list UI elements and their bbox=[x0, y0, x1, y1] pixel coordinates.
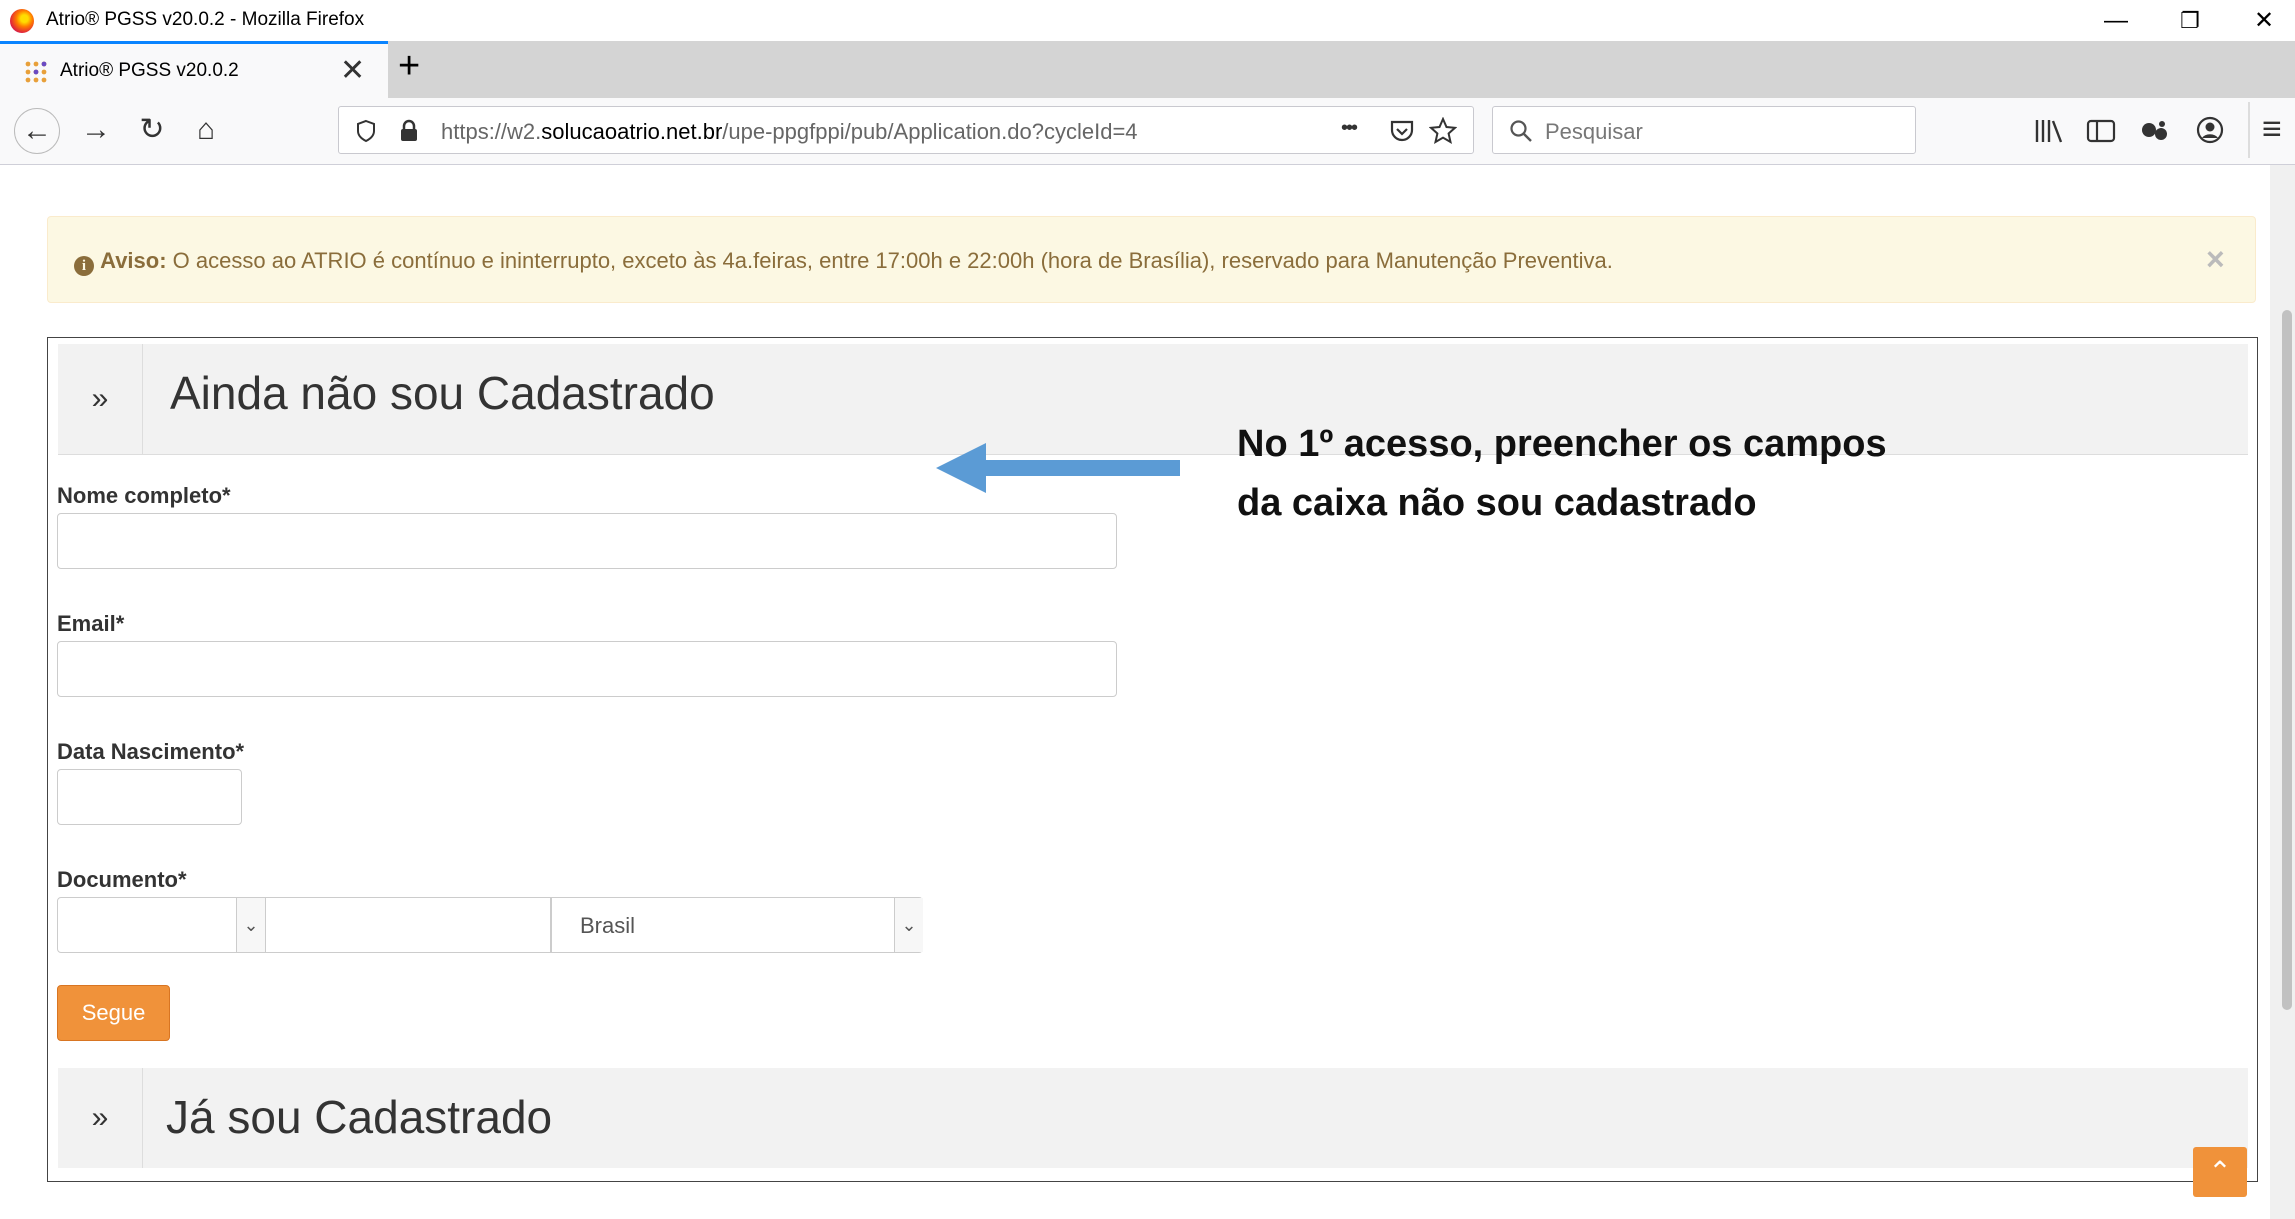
search-input[interactable]: Pesquisar bbox=[1545, 119, 1643, 145]
email-field[interactable] bbox=[57, 641, 1117, 697]
annotation-arrow bbox=[936, 443, 1180, 493]
search-bar[interactable]: Pesquisar bbox=[1492, 106, 1916, 154]
info-circle-icon: i bbox=[74, 256, 94, 276]
scrollbar-thumb[interactable] bbox=[2282, 310, 2292, 1010]
submit-button[interactable]: Segue bbox=[57, 985, 170, 1041]
annotation-line-2: da caixa não sou cadastrado bbox=[1237, 482, 1757, 524]
shield-icon[interactable] bbox=[355, 119, 377, 143]
lock-icon[interactable] bbox=[399, 119, 419, 143]
window-titlebar: Atrio® PGSS v20.0.2 - Mozilla Firefox — … bbox=[0, 0, 2295, 41]
home-button[interactable]: ⌂ bbox=[184, 108, 228, 152]
toolbar-divider bbox=[2248, 102, 2250, 158]
forward-button[interactable]: → bbox=[74, 108, 118, 152]
menu-icon[interactable]: ≡ bbox=[2262, 110, 2282, 149]
browser-tab[interactable]: Atrio® PGSS v20.0.2 ✕ bbox=[0, 41, 388, 98]
chevron-down-icon: ⌄ bbox=[894, 898, 923, 952]
full-name-field[interactable] bbox=[57, 513, 1117, 569]
navigation-toolbar: ← → ↻ ⌂ https://w2.solucaoatrio.net.br/u… bbox=[0, 98, 2295, 165]
birth-date-label: Data Nascimento* bbox=[57, 739, 245, 764]
document-type-select[interactable]: ⌄ bbox=[57, 897, 265, 953]
url-bar[interactable]: https://w2.solucaoatrio.net.br/upe-ppgfp… bbox=[338, 106, 1474, 154]
url-prefix: https://w2. bbox=[441, 119, 542, 144]
birth-date-field[interactable] bbox=[57, 769, 242, 825]
url-domain: solucaoatrio.net.br bbox=[541, 119, 723, 144]
grid-favicon-icon bbox=[25, 61, 47, 83]
url-path: /upe-ppgfppi/pub/Application.do?cycleId=… bbox=[722, 119, 1138, 144]
chevron-right-icon: » bbox=[58, 1068, 143, 1168]
firefox-logo-icon bbox=[10, 9, 34, 33]
document-number-field[interactable] bbox=[265, 897, 551, 953]
country-value: Brasil bbox=[580, 913, 636, 938]
country-select[interactable]: Brasil ⌄ bbox=[551, 897, 923, 953]
url-text[interactable]: https://w2.solucaoatrio.net.br/upe-ppgfp… bbox=[441, 119, 1138, 145]
login-heading: Já sou Cadastrado bbox=[166, 1091, 553, 1143]
page-content: i Aviso: O acesso ao ATRIO é contínuo e … bbox=[0, 165, 2270, 1219]
alert-message: i Aviso: O acesso ao ATRIO é contínuo e … bbox=[74, 248, 1613, 276]
new-tab-button[interactable]: + bbox=[398, 45, 420, 88]
close-tab-icon[interactable]: ✕ bbox=[340, 53, 365, 88]
tab-title: Atrio® PGSS v20.0.2 bbox=[60, 60, 239, 81]
reload-button[interactable]: ↻ bbox=[130, 108, 174, 152]
register-heading: Ainda não sou Cadastrado bbox=[170, 367, 715, 419]
alert-text: O acesso ao ATRIO é contínuo e ininterru… bbox=[166, 248, 1613, 273]
tab-strip: Atrio® PGSS v20.0.2 ✕ + bbox=[0, 41, 2295, 98]
close-window-button[interactable]: ✕ bbox=[2234, 0, 2294, 41]
email-label: Email* bbox=[57, 611, 125, 636]
library-icon[interactable] bbox=[2034, 118, 2064, 144]
annotation-text: No 1º acesso, preencher os campos da cai… bbox=[1237, 415, 2137, 533]
account-icon[interactable] bbox=[2196, 116, 2224, 144]
back-button[interactable]: ← bbox=[14, 108, 60, 154]
document-label: Documento* bbox=[57, 867, 187, 892]
scroll-to-top-button[interactable]: ⌃ bbox=[2193, 1147, 2247, 1197]
alert-close-icon[interactable]: × bbox=[2206, 241, 2225, 278]
alert-label: Aviso: bbox=[100, 248, 167, 273]
sidebar-icon[interactable] bbox=[2086, 118, 2116, 144]
pocket-icon[interactable] bbox=[1389, 118, 1415, 144]
page-actions-icon[interactable]: ••• bbox=[1341, 117, 1358, 140]
bookmark-star-icon[interactable] bbox=[1429, 117, 1457, 145]
restore-button[interactable]: ❐ bbox=[2160, 0, 2220, 41]
chevron-down-icon: ⌄ bbox=[236, 898, 265, 952]
search-icon bbox=[1510, 120, 1532, 142]
login-section-header[interactable]: » Já sou Cadastrado bbox=[58, 1068, 2248, 1168]
window-title: Atrio® PGSS v20.0.2 - Mozilla Firefox bbox=[46, 9, 365, 30]
name-label: Nome completo* bbox=[57, 483, 231, 508]
notice-alert: i Aviso: O acesso ao ATRIO é contínuo e … bbox=[47, 216, 2256, 303]
chevron-right-icon: » bbox=[58, 344, 143, 454]
minimize-button[interactable]: — bbox=[2086, 0, 2146, 41]
annotation-line-1: No 1º acesso, preencher os campos bbox=[1237, 423, 1887, 465]
extension-icon[interactable] bbox=[2140, 118, 2170, 144]
